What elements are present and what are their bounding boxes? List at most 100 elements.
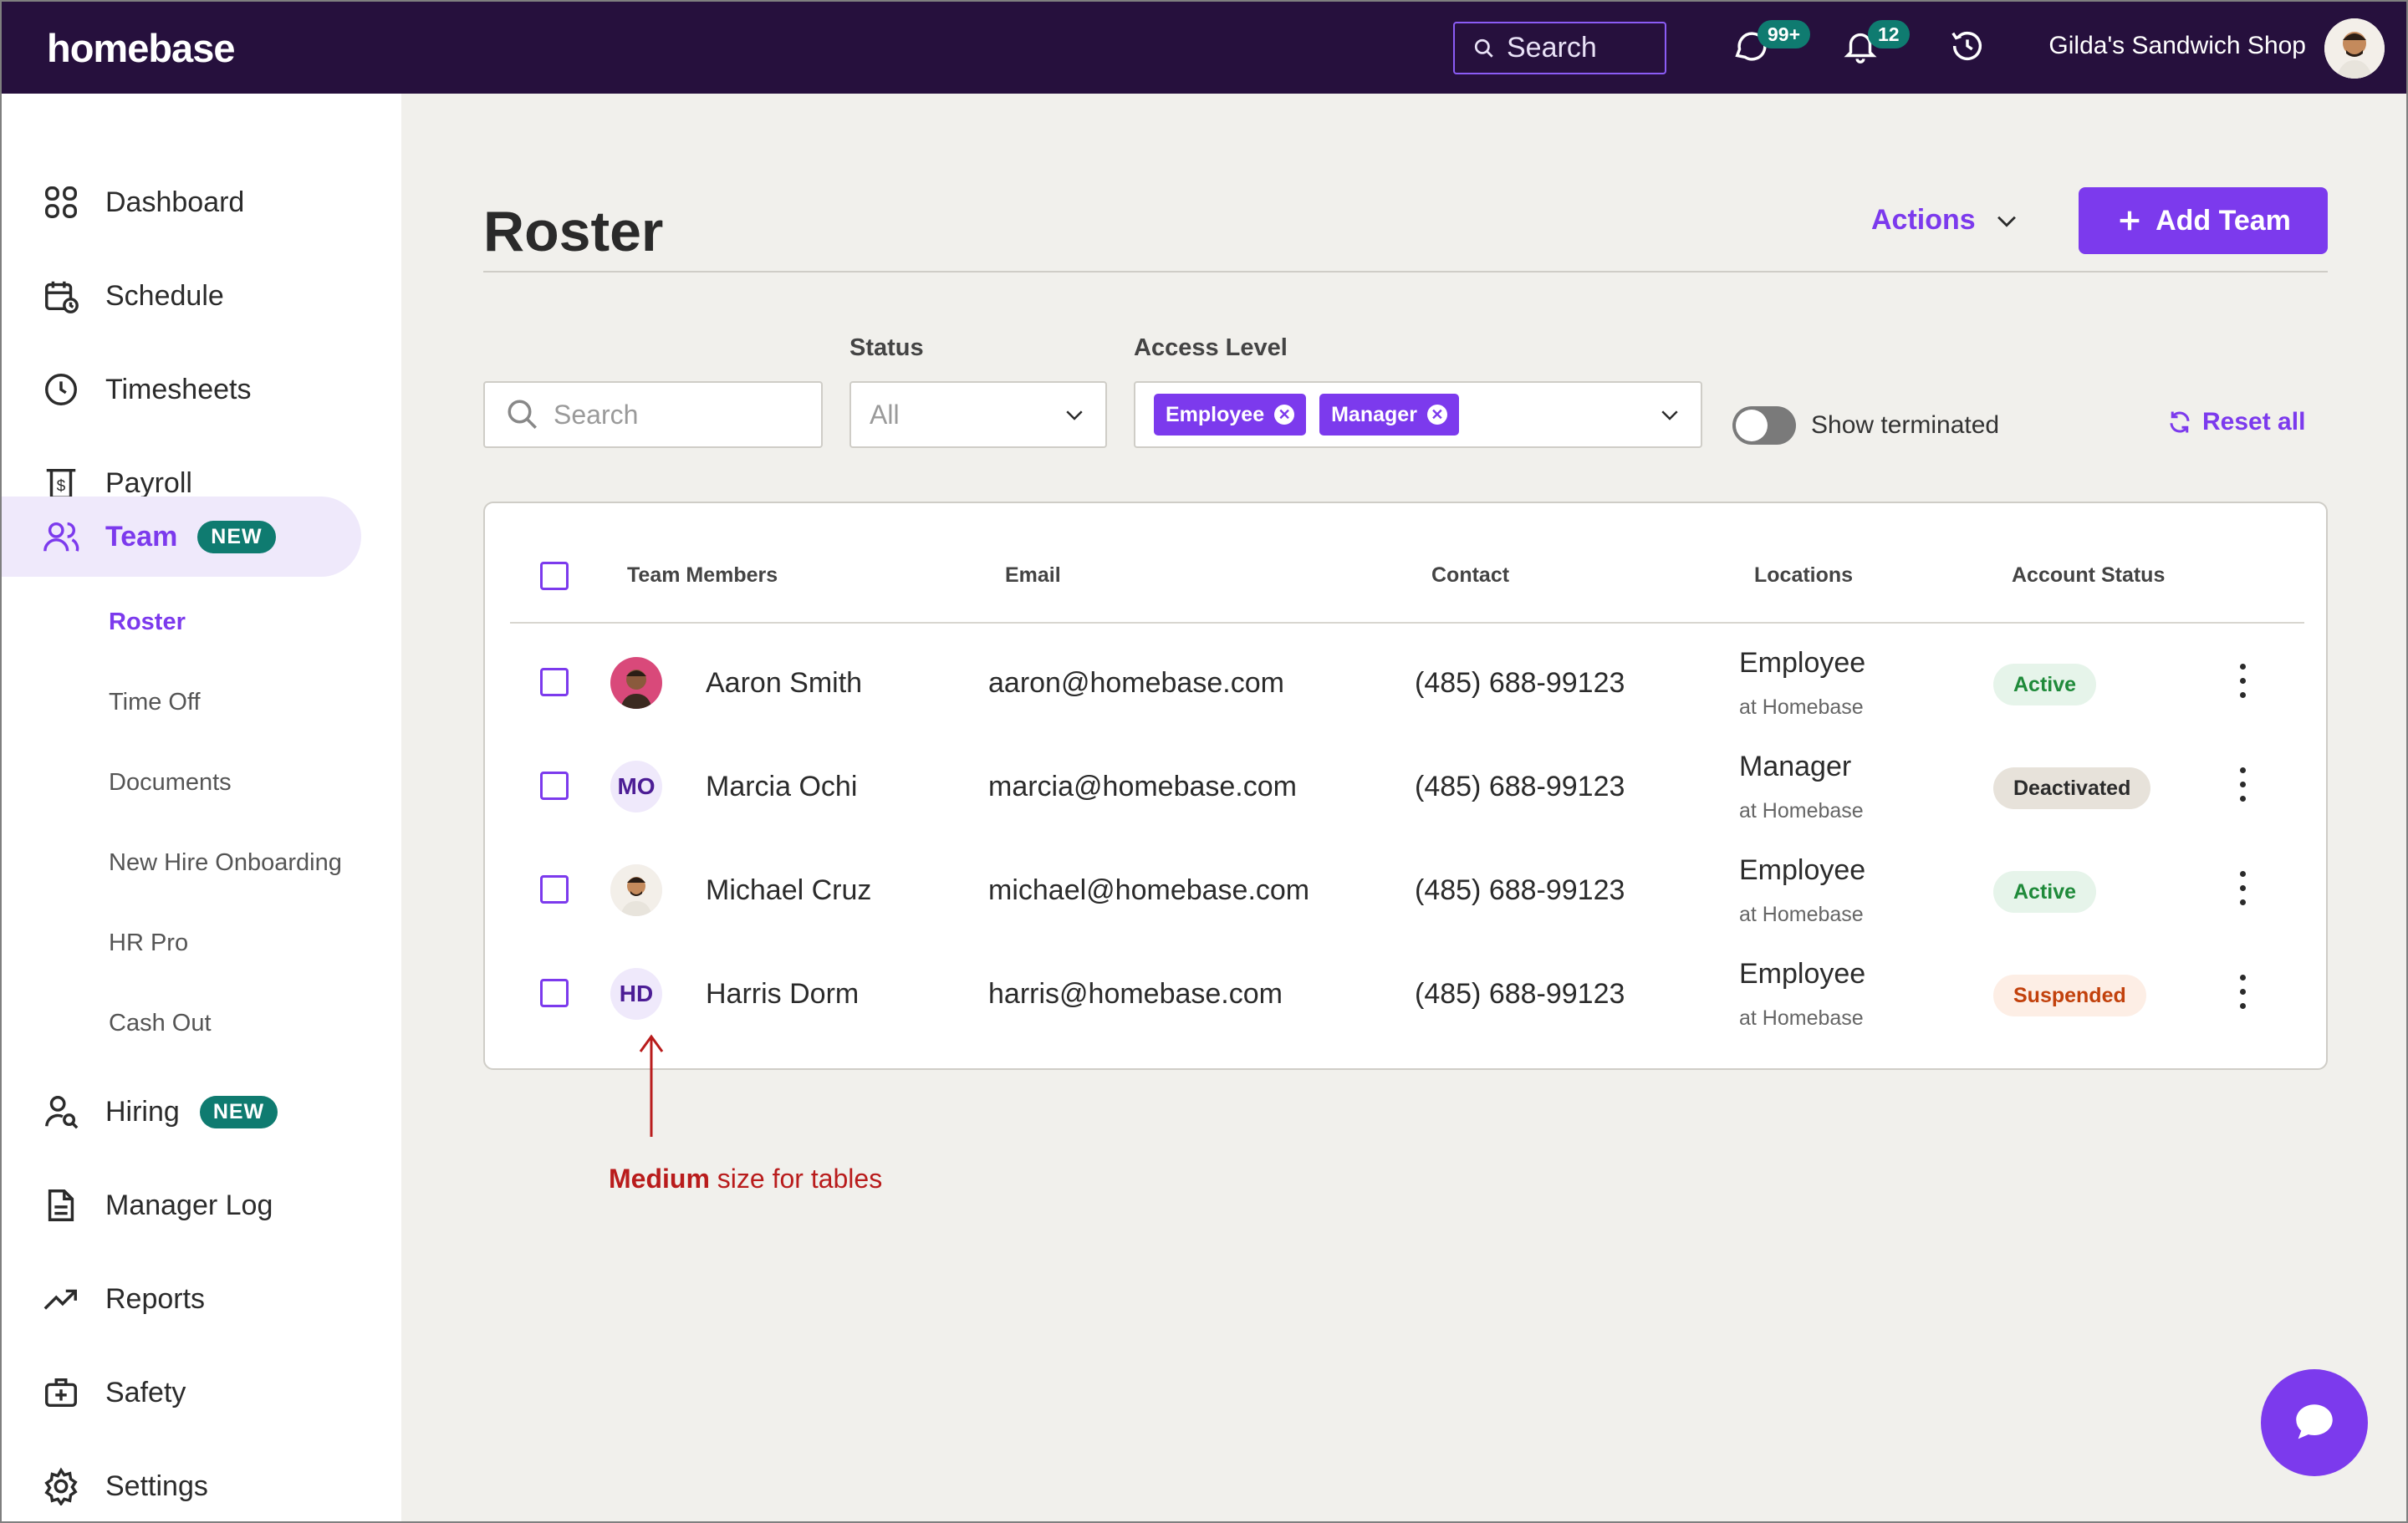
- row-menu-icon[interactable]: [2234, 664, 2251, 705]
- chevron-down-icon: [1066, 410, 1083, 420]
- notifications-badge: 12: [1868, 20, 1910, 48]
- access-level-select[interactable]: Employee ✕ Manager ✕: [1134, 381, 1702, 448]
- sidebar-subitem-hr-pro[interactable]: HR Pro: [109, 930, 188, 957]
- roster-table: Team Members Email Contact Locations Acc…: [483, 502, 2328, 1070]
- search-placeholder: Search: [554, 399, 639, 430]
- avatar: HD: [610, 968, 662, 1020]
- member-location-place: at Homebase: [1739, 903, 1864, 926]
- sidebar-item-reports[interactable]: Reports: [2, 1259, 361, 1339]
- show-terminated-label: Show terminated: [1811, 411, 2000, 439]
- table-row[interactable]: Michael Cruz michael@homebase.com (485) …: [485, 838, 2329, 941]
- member-location-place: at Homebase: [1739, 799, 1864, 823]
- add-team-label: Add Team: [2155, 204, 2291, 237]
- member-location-place: at Homebase: [1739, 1006, 1864, 1030]
- title-divider: [483, 271, 2328, 273]
- sidebar-item-team[interactable]: Team NEW: [2, 497, 361, 577]
- member-email: michael@homebase.com: [988, 874, 1310, 906]
- history-button[interactable]: [1948, 27, 1987, 65]
- messages-badge: 99+: [1758, 20, 1811, 48]
- calendar-clock-icon: [45, 281, 79, 313]
- annotation-arrow-icon: [639, 1034, 664, 1137]
- homebase-logo[interactable]: homebase: [47, 25, 235, 71]
- row-checkbox[interactable]: [540, 875, 569, 904]
- row-menu-icon[interactable]: [2234, 871, 2251, 913]
- member-location-role: Employee: [1739, 958, 1866, 990]
- status-badge: Active: [1993, 871, 2097, 913]
- column-header-locations[interactable]: Locations: [1754, 563, 1853, 588]
- member-location-role: Manager: [1739, 751, 1852, 782]
- plus-icon: [2120, 211, 2140, 231]
- new-badge: NEW: [197, 520, 276, 553]
- sidebar-item-schedule[interactable]: Schedule: [2, 256, 361, 336]
- sidebar-subitem-cash-out[interactable]: Cash Out: [109, 1010, 212, 1037]
- status-select[interactable]: All: [849, 381, 1107, 448]
- remove-chip-icon[interactable]: ✕: [1426, 405, 1447, 425]
- actions-dropdown[interactable]: Actions: [1871, 204, 2021, 237]
- roster-search-input[interactable]: Search: [483, 381, 823, 448]
- gear-icon: [44, 1467, 78, 1505]
- member-location-role: Employee: [1739, 854, 1866, 886]
- actions-label: Actions: [1871, 204, 1976, 236]
- sidebar-label: Safety: [105, 1376, 186, 1408]
- chevron-down-icon: [1661, 410, 1678, 420]
- member-name[interactable]: Marcia Ochi: [706, 771, 857, 803]
- user-photo-icon: [610, 657, 662, 709]
- sidebar-label: Team: [105, 520, 178, 553]
- chip-employee[interactable]: Employee ✕: [1154, 394, 1307, 436]
- sidebar-item-settings[interactable]: Settings: [2, 1446, 361, 1523]
- add-team-button[interactable]: Add Team: [2079, 187, 2328, 254]
- member-contact: (485) 688-99123: [1415, 667, 1625, 699]
- row-menu-icon[interactable]: [2234, 975, 2251, 1016]
- chip-manager[interactable]: Manager ✕: [1319, 394, 1459, 436]
- row-checkbox[interactable]: [540, 668, 569, 696]
- shop-name[interactable]: Gilda's Sandwich Shop: [2048, 32, 2306, 60]
- global-search-input[interactable]: Search: [1453, 22, 1666, 74]
- remove-chip-icon[interactable]: ✕: [1274, 405, 1295, 425]
- document-icon: [48, 1189, 74, 1221]
- medkit-icon: [45, 1378, 77, 1408]
- status-badge: Deactivated: [1993, 767, 2151, 809]
- member-contact: (485) 688-99123: [1415, 874, 1625, 906]
- column-header-email[interactable]: Email: [1005, 563, 1061, 588]
- sidebar-item-manager-log[interactable]: Manager Log: [2, 1165, 361, 1245]
- sidebar-item-safety[interactable]: Safety: [2, 1352, 361, 1433]
- column-header-team-members[interactable]: Team Members: [627, 563, 778, 588]
- select-all-checkbox[interactable]: [540, 562, 569, 590]
- reset-all-button[interactable]: Reset all: [2167, 408, 2305, 436]
- chat-support-button[interactable]: [2261, 1369, 2368, 1476]
- sidebar-item-dashboard[interactable]: Dashboard: [2, 162, 361, 242]
- sidebar-subitem-new-hire-onboarding[interactable]: New Hire Onboarding: [109, 849, 342, 877]
- status-value: All: [870, 399, 900, 430]
- member-email: harris@homebase.com: [988, 978, 1283, 1010]
- table-row[interactable]: MO Marcia Ochi marcia@homebase.com (485)…: [485, 734, 2329, 838]
- column-header-account-status[interactable]: Account Status: [2012, 563, 2165, 588]
- sidebar-subitem-documents[interactable]: Documents: [109, 769, 232, 797]
- row-menu-icon[interactable]: [2234, 767, 2251, 809]
- member-email: aaron@homebase.com: [988, 667, 1284, 699]
- trend-up-icon: [43, 1289, 77, 1310]
- row-checkbox[interactable]: [540, 772, 569, 800]
- table-row[interactable]: HD Harris Dorm harris@homebase.com (485)…: [485, 941, 2329, 1045]
- show-terminated-toggle[interactable]: [1732, 406, 1796, 445]
- sidebar-subitem-time-off[interactable]: Time Off: [109, 689, 201, 716]
- member-location-role: Employee: [1739, 647, 1866, 679]
- column-header-contact[interactable]: Contact: [1431, 563, 1509, 588]
- member-contact: (485) 688-99123: [1415, 771, 1625, 802]
- avatar: [610, 864, 662, 916]
- table-row[interactable]: Aaron Smith aaron@homebase.com (485) 688…: [485, 630, 2329, 734]
- sidebar-subitem-roster[interactable]: Roster: [109, 609, 186, 636]
- sidebar-label: Payroll: [105, 466, 192, 499]
- header-divider: [510, 622, 2304, 624]
- status-badge: Active: [1993, 664, 2097, 705]
- member-name[interactable]: Harris Dorm: [706, 978, 859, 1011]
- svg-text:$: $: [57, 478, 66, 496]
- row-checkbox[interactable]: [540, 979, 569, 1007]
- user-photo-icon: [2324, 18, 2385, 79]
- sidebar-item-timesheets[interactable]: Timesheets: [2, 349, 361, 430]
- sidebar-label: Hiring: [105, 1095, 180, 1128]
- sidebar: Dashboard Schedule Timesheets $ Payroll …: [0, 94, 401, 1523]
- member-name[interactable]: Aaron Smith: [706, 667, 862, 700]
- user-avatar[interactable]: [2324, 18, 2385, 79]
- sidebar-item-hiring[interactable]: Hiring NEW: [2, 1072, 361, 1152]
- member-name[interactable]: Michael Cruz: [706, 874, 871, 907]
